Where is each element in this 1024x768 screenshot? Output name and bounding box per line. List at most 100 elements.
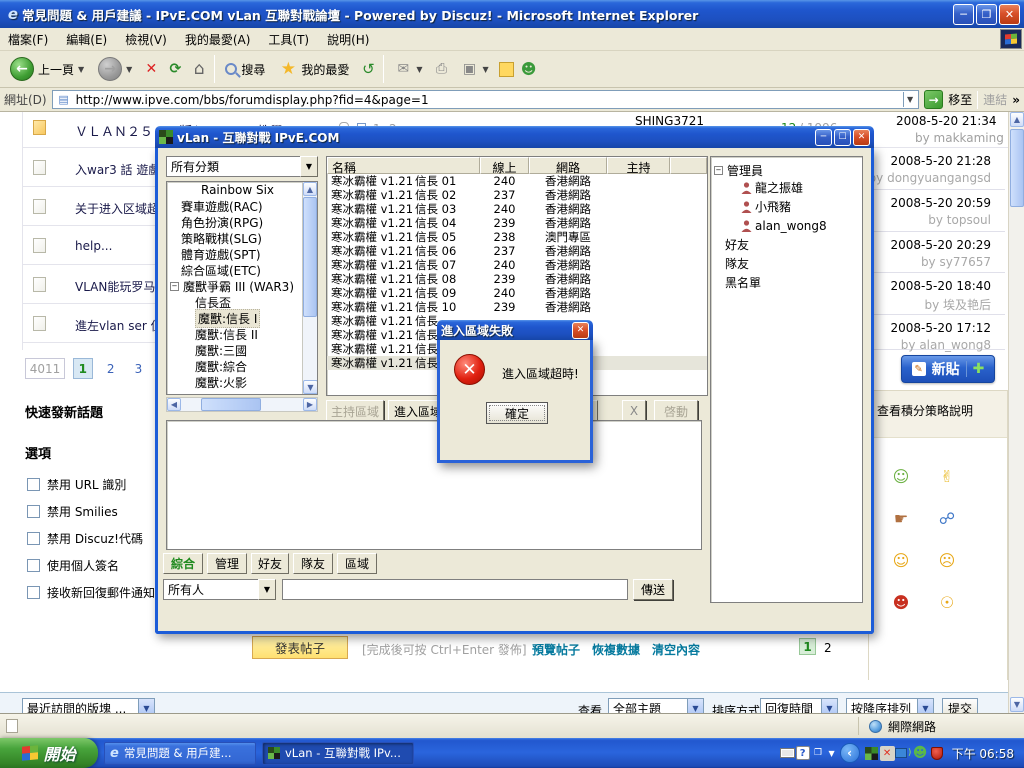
checkbox[interactable] (27, 478, 40, 491)
tree-item[interactable]: Rainbow Six (167, 182, 317, 198)
pager-page-1[interactable]: 1 (73, 358, 93, 379)
address-input[interactable] (76, 93, 900, 107)
back-dropdown-icon[interactable]: ▼ (78, 65, 84, 74)
room-row[interactable]: 寒冰霸權 v1.21信長 07240香港網路 (327, 258, 707, 272)
page-scrollbar[interactable]: ▲ ▼ (1008, 112, 1024, 713)
smiley-icon[interactable]: ☹ (937, 550, 957, 570)
submit-post-button[interactable]: 發表帖子 (252, 636, 348, 659)
ok-button[interactable]: 確定 (486, 402, 548, 424)
tray-vlan-icon[interactable] (863, 745, 880, 762)
tree-item-team[interactable]: 隊友 (711, 254, 862, 273)
scroll-right-icon[interactable]: ▶ (303, 398, 317, 411)
checkbox[interactable] (27, 532, 40, 545)
chat-input[interactable] (282, 579, 628, 600)
favorites-button[interactable]: ★ 我的最愛 (275, 58, 353, 80)
taskbar-item-ie[interactable]: e 常見問題 & 用戶建... (104, 742, 256, 765)
lastpost-by[interactable]: by sy77657 (863, 255, 991, 269)
tree-item[interactable]: −魔獸爭霸 III (WAR3) (167, 278, 317, 294)
address-field[interactable]: ▤ ▼ (52, 90, 920, 109)
send-button[interactable]: 傳送 (633, 579, 673, 600)
minimize-button[interactable]: ─ (953, 4, 974, 25)
smiley-icon[interactable]: ☻ (891, 592, 911, 612)
smiley-icon[interactable]: ☍ (937, 508, 957, 528)
taskbar-item-vlan[interactable]: vLan - 互聯對戰 IPv... (262, 742, 414, 765)
scroll-down-icon[interactable]: ▼ (1010, 697, 1024, 712)
lastpost-by[interactable]: by alan_wong8 (863, 338, 991, 352)
pager-page-2[interactable]: 2 (101, 358, 121, 379)
links-more[interactable]: » (1012, 93, 1020, 107)
points-link[interactable]: 查看積分策略說明 (869, 391, 1007, 419)
error-dialog-close-button[interactable]: ✕ (572, 322, 589, 339)
restore-button[interactable]: ❐ (976, 4, 997, 25)
checkbox[interactable] (27, 559, 40, 572)
scroll-up-icon[interactable]: ▲ (1010, 112, 1024, 127)
clear-content-link[interactable]: 清空內容 (652, 641, 700, 658)
refresh-button[interactable]: ⟳ (166, 60, 184, 78)
thread-link[interactable]: help... (75, 239, 112, 253)
address-dropdown-icon[interactable]: ▼ (903, 92, 916, 107)
go-label[interactable]: 移至 (948, 91, 972, 108)
tray-error-icon[interactable]: ✕ (880, 746, 895, 761)
help-icon[interactable]: ? (796, 746, 810, 760)
tray-shield-icon[interactable] (929, 745, 946, 762)
close-button[interactable]: ✕ (999, 4, 1020, 25)
restore-data-link[interactable]: 恢複數據 (592, 641, 640, 658)
home-button[interactable]: ⌂ (190, 60, 208, 78)
menu-tools[interactable]: 工具(T) (268, 31, 309, 48)
order-select[interactable]: 按降序排列▼ (846, 698, 934, 713)
language-restore-icon[interactable]: ❐ (810, 745, 827, 762)
room-row[interactable]: 寒冰霸權 v1.21信長 05238澳門專區 (327, 230, 707, 244)
thread-link[interactable]: 進左vlan ser 但 (75, 317, 163, 334)
column-header-online[interactable]: 線上 (480, 157, 529, 174)
room-row[interactable]: 寒冰霸權 v1.21信長 03240香港網路 (327, 202, 707, 216)
launch-button[interactable]: 啓動 (654, 400, 698, 422)
vlan-close-button[interactable]: ✕ (853, 129, 870, 146)
tree-item-blacklist[interactable]: 黑名單 (711, 273, 862, 292)
forward-button[interactable]: → ▼ (94, 55, 136, 83)
pager-page-3[interactable]: 3 (128, 358, 148, 379)
chevron-down-icon[interactable]: ▼ (300, 156, 318, 177)
scroll-thumb[interactable] (201, 398, 261, 411)
room-row[interactable]: 寒冰霸權 v1.21信長 02237香港網路 (327, 188, 707, 202)
scroll-left-icon[interactable]: ◀ (167, 398, 181, 411)
keyboard-icon[interactable] (779, 745, 796, 762)
member-item[interactable]: 龍之振雄 (711, 178, 862, 197)
thread-link[interactable]: VLAN能玩罗马 (75, 278, 155, 295)
tree-scrollbar[interactable]: ▲ ▼ (302, 182, 317, 394)
tree-item-friends[interactable]: 好友 (711, 235, 862, 254)
new-post-button[interactable]: ✎ 新貼 ✚ (901, 355, 995, 383)
smiley-icon[interactable]: ☛ (891, 508, 911, 528)
room-row[interactable]: 寒冰霸權 v1.21信長 06237香港網路 (327, 244, 707, 258)
tab-area[interactable]: 區域 (337, 553, 377, 574)
links-label[interactable]: 連結 (983, 91, 1007, 108)
mail-button[interactable]: ✉▼ (390, 58, 426, 80)
tray-messenger-icon[interactable]: ☻ (912, 745, 929, 762)
close-x-button[interactable]: X (622, 400, 646, 422)
smiley-icon[interactable]: ☺ (891, 466, 911, 486)
view-select[interactable]: 全部主題▼ (608, 698, 704, 713)
smiley-icon[interactable]: ☺ (891, 550, 911, 570)
search-button[interactable]: 搜尋 (221, 59, 269, 80)
member-item[interactable]: alan_wong8 (711, 216, 862, 235)
room-row[interactable]: 寒冰霸權 v1.21信長 04239香港網路 (327, 216, 707, 230)
error-dialog-titlebar[interactable]: 進入區域失敗 ✕ (437, 320, 593, 340)
category-select[interactable]: 所有分類 ▼ (166, 156, 318, 177)
tree-item[interactable]: 綜合區域(ETC) (167, 262, 317, 278)
discuss-icon[interactable] (499, 62, 514, 77)
edit-button[interactable]: ▣▼ (457, 58, 493, 80)
tab-friends[interactable]: 好友 (251, 553, 289, 574)
column-header-host[interactable]: 主持 (607, 157, 670, 174)
thread-lastpost-by[interactable]: by makkaming (915, 131, 1004, 145)
tree-hscrollbar[interactable]: ◀ ▶ (166, 397, 318, 412)
room-row[interactable]: 寒冰霸權 v1.21信長 09240香港網路 (327, 286, 707, 300)
stop-button[interactable]: ✕ (142, 60, 160, 78)
compose-page-1[interactable]: 1 (799, 638, 816, 655)
room-row[interactable]: 寒冰霸權 v1.21信長 08239香港網路 (327, 272, 707, 286)
compose-page-2[interactable]: 2 (824, 641, 832, 655)
tree-item[interactable]: 魔獸:信長 II (167, 326, 317, 342)
scroll-thumb[interactable] (1010, 129, 1024, 207)
vlan-minimize-button[interactable]: ─ (815, 129, 832, 146)
tree-item[interactable]: 策略戰棋(SLG) (167, 230, 317, 246)
host-area-button[interactable]: 主持區域 (326, 400, 384, 422)
menu-file[interactable]: 檔案(F) (8, 31, 48, 48)
